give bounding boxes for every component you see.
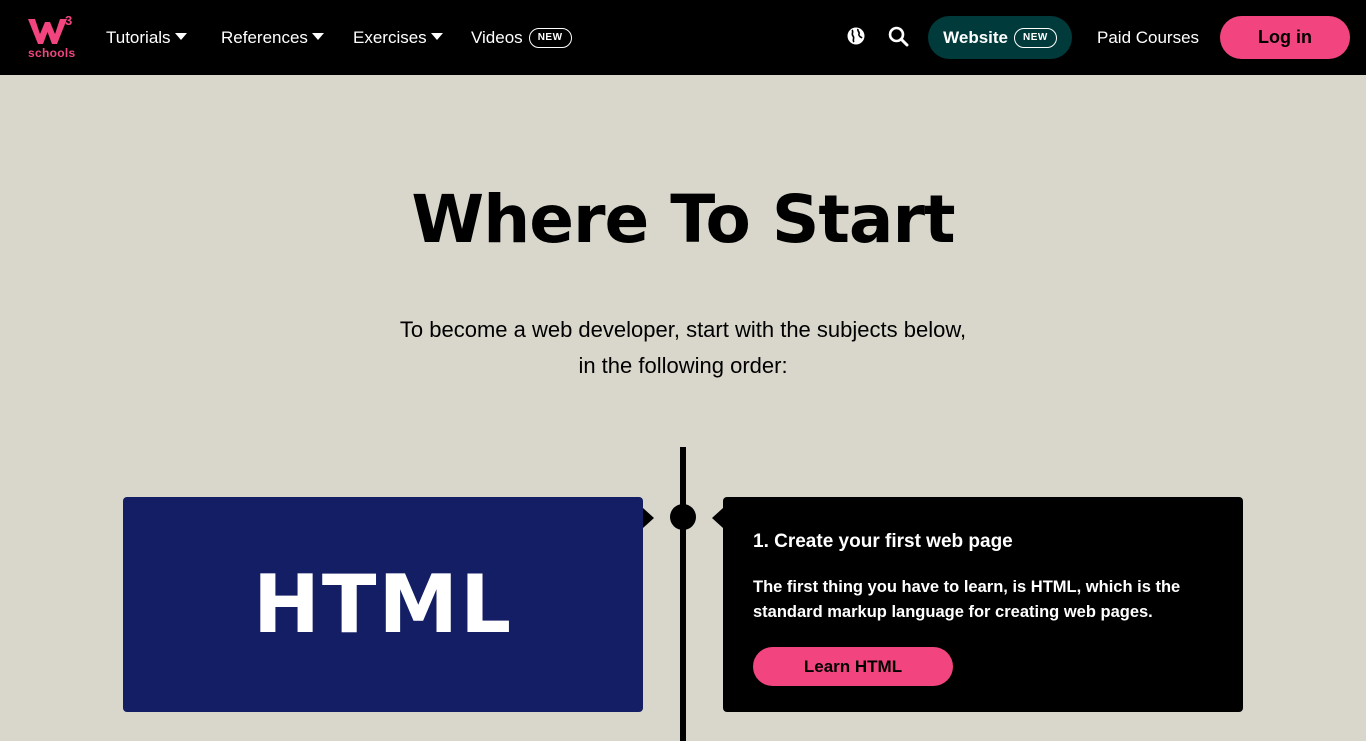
intro-text: To become a web developer, start with th… [333,312,1033,384]
caret-down-icon [174,33,187,40]
logo-superscript: 3 [65,13,73,28]
paid-courses-label: Paid Courses [1097,27,1200,47]
tutorials-menu[interactable]: Tutorials [106,0,187,75]
caret-down-icon [311,33,324,40]
top-navigation-bar: 3 schools Tutorials References Exercises… [0,0,1366,75]
website-new-badge: NEW [1014,27,1057,48]
intro-line-1: To become a web developer, start with th… [399,317,967,342]
videos-link[interactable]: Videos NEW [471,0,572,75]
references-label: References [221,27,308,47]
tutorials-label: Tutorials [106,27,171,47]
logo-text: schools [28,46,76,60]
learn-html-button[interactable]: Learn HTML [753,647,953,686]
website-button[interactable]: Website NEW [928,16,1072,59]
step-description: The first thing you have to learn, is HT… [753,578,1181,621]
videos-label: Videos [471,27,523,47]
caret-down-icon [430,33,443,40]
card-pointer-left-icon [712,508,723,528]
html-subject-card[interactable]: HTML [123,497,643,712]
videos-new-badge: NEW [528,27,572,48]
paid-courses-link[interactable]: Paid Courses [1097,0,1199,75]
website-label: Website [943,27,1009,47]
timeline-line [680,447,686,741]
timeline-dot [670,504,696,530]
exercises-label: Exercises [353,27,427,47]
page-title: Where To Start [411,181,955,258]
learn-html-label: Learn HTML [803,656,903,676]
card-pointer-right-icon [643,508,654,528]
globe-icon[interactable] [846,26,868,48]
search-icon[interactable] [888,26,910,48]
intro-line-2: in the following order: [578,353,788,378]
references-menu[interactable]: References [221,0,324,75]
html-card-label: HTML [252,558,514,651]
exercises-menu[interactable]: Exercises [353,0,443,75]
login-label: Log in [1258,27,1312,47]
login-button[interactable]: Log in [1220,16,1350,59]
step-title: 1. Create your first web page [753,531,1013,552]
w3schools-logo[interactable]: 3 schools [27,13,76,60]
step-card: 1. Create your first web page The first … [723,497,1243,712]
